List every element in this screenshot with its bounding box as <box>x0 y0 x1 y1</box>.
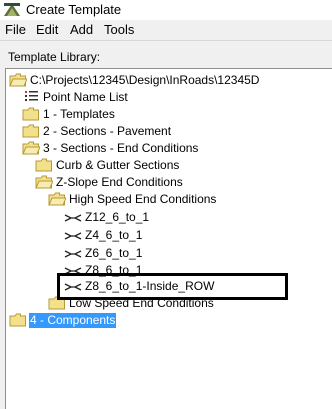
title-bar: Create Template <box>0 0 332 20</box>
folder-open-icon <box>22 141 40 155</box>
tree-node-label: Z4_6_to_1 <box>85 228 143 242</box>
tree-node-label: 2 - Sections - Pavement <box>43 124 172 138</box>
tree-node-label: Z12_6_to_1 <box>85 210 150 224</box>
tree-node-label: 3 - Sections - End Conditions <box>43 141 199 155</box>
template-icon <box>64 232 82 240</box>
menu-tools[interactable]: Tools <box>104 22 134 37</box>
tree-node-label: Z-Slope End Conditions <box>56 175 183 189</box>
tree-node-label: Curb & Gutter Sections <box>56 158 180 172</box>
callout-highlight-box <box>57 273 288 300</box>
template-icon <box>64 250 82 258</box>
folder-open-icon <box>35 175 53 189</box>
menu-add[interactable]: Add <box>70 22 93 37</box>
folder-icon <box>22 124 39 138</box>
tree-node-label: 1 - Templates <box>43 107 115 121</box>
template-icon <box>64 214 82 222</box>
tree-node-label: 4 - Components <box>29 313 117 328</box>
tree-node-label: C:\Projects\12345\Design\InRoads\12345D <box>30 73 260 87</box>
menu-file[interactable]: File <box>5 22 26 37</box>
tree-node-label: Z6_6_to_1 <box>85 246 143 260</box>
tree-node-label: Point Name List <box>43 90 128 104</box>
point-list-icon <box>25 91 38 101</box>
folder-icon <box>9 313 26 327</box>
menu-bar: File Edit Add Tools <box>0 20 332 41</box>
template-library-label: Template Library: <box>8 50 101 64</box>
window-title: Create Template <box>26 2 122 17</box>
template-app-icon <box>4 3 20 16</box>
folder-icon <box>22 107 39 121</box>
folder-open-icon <box>48 192 66 206</box>
template-library-tree[interactable]: C:\Projects\12345\Design\InRoads\12345D … <box>5 68 332 409</box>
menu-edit[interactable]: Edit <box>36 22 58 37</box>
folder-open-icon <box>9 73 27 87</box>
tree-node-label: High Speed End Conditions <box>69 192 217 206</box>
folder-icon <box>35 158 52 172</box>
